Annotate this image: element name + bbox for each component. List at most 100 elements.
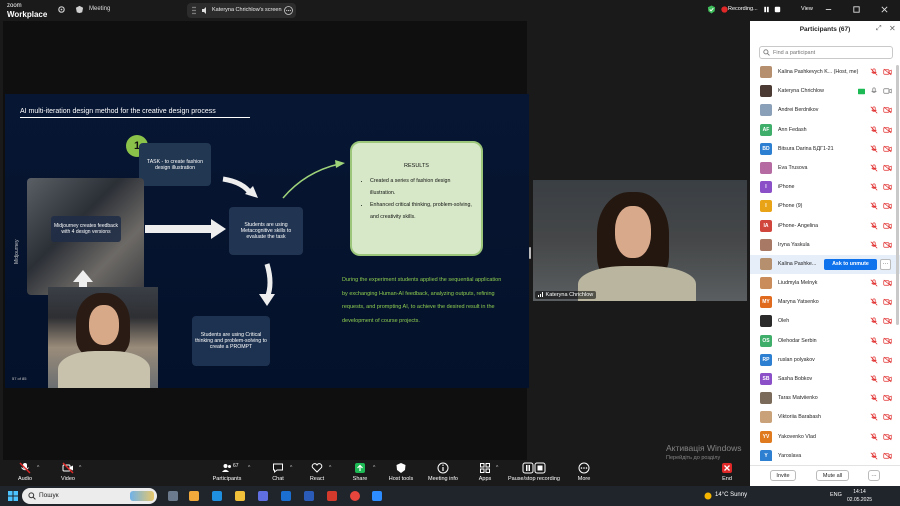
copilot-icon[interactable] (189, 491, 199, 501)
drag-handle-icon[interactable] (192, 6, 196, 15)
close-window-icon[interactable] (880, 5, 889, 14)
participant-row[interactable]: AF Ann Fedash (750, 121, 900, 140)
participant-row[interactable]: Kateryna Chrichlow (750, 82, 900, 101)
popout-icon[interactable]: ⤢ (876, 25, 882, 33)
react-button[interactable]: React (307, 462, 327, 482)
video-off-icon[interactable] (883, 298, 892, 306)
participant-row[interactable]: Taras Matviienko (750, 389, 900, 408)
muted-mic-icon[interactable] (870, 298, 878, 306)
participant-row[interactable]: Oleh (750, 312, 900, 331)
react-options-caret[interactable]: ^ (329, 465, 331, 471)
participant-search[interactable] (759, 46, 893, 59)
muted-mic-icon[interactable] (870, 356, 878, 364)
mic-icon[interactable] (870, 87, 878, 95)
muted-mic-icon[interactable] (870, 375, 878, 383)
muted-mic-icon[interactable] (870, 337, 878, 345)
participant-row[interactable]: Y Yaroslava (750, 447, 900, 461)
video-off-icon[interactable] (883, 337, 892, 345)
participant-more-button[interactable]: ··· (880, 258, 891, 270)
video-off-icon[interactable] (883, 145, 892, 153)
settings-icon[interactable] (57, 5, 66, 14)
windows-start-icon[interactable] (8, 491, 18, 501)
edge-icon[interactable] (212, 491, 222, 501)
video-off-icon[interactable] (883, 317, 892, 325)
share-options-icon[interactable] (284, 6, 293, 15)
video-button[interactable]: Video (58, 462, 78, 482)
participant-row[interactable]: MY Maryna Yatsenko (750, 293, 900, 312)
zoom-taskbar-icon[interactable] (372, 491, 382, 501)
participants-scrollbar[interactable] (896, 65, 899, 325)
participant-row[interactable]: IA iPhone- Angelina (750, 217, 900, 236)
audio-button[interactable]: Audio (13, 462, 37, 482)
video-off-icon[interactable] (883, 68, 892, 76)
mute-all-button[interactable]: Mute all (816, 470, 849, 481)
more-options-button[interactable]: ··· (868, 470, 880, 481)
muted-mic-icon[interactable] (870, 433, 878, 441)
word-icon[interactable] (304, 491, 314, 501)
muted-mic-icon[interactable] (870, 202, 878, 210)
language-indicator[interactable]: ENG (830, 492, 842, 498)
task-view-icon[interactable] (168, 491, 178, 501)
audio-options-caret[interactable]: ^ (37, 465, 39, 471)
video-off-icon[interactable] (883, 106, 892, 114)
muted-mic-icon[interactable] (870, 394, 878, 402)
video-off-icon[interactable] (883, 126, 892, 134)
pause-stop-recording-button[interactable]: Pause/stop recording (506, 462, 562, 482)
ask-to-unmute-button[interactable]: Ask to unmute (824, 258, 877, 270)
close-panel-icon[interactable]: ✕ (889, 24, 896, 33)
participant-row[interactable]: IiPhone (750, 178, 900, 197)
participant-row[interactable]: Viktoriia Barabash (750, 408, 900, 427)
participant-row[interactable]: Andrei Berdnikov (750, 101, 900, 120)
share-button[interactable]: Share (350, 462, 370, 482)
muted-mic-icon[interactable] (870, 183, 878, 191)
participant-row[interactable]: Kalina Pashkevych K... (Host, me) (750, 63, 900, 82)
video-off-icon[interactable] (883, 356, 892, 364)
taskbar-search[interactable]: Пошук (22, 488, 157, 504)
screen-share-indicator[interactable]: Kateryna Chrichlow's screen (187, 3, 296, 18)
muted-mic-icon[interactable] (870, 317, 878, 325)
apps-options-caret[interactable]: ^ (496, 465, 498, 471)
muted-mic-icon[interactable] (870, 106, 878, 114)
video-off-icon[interactable] (883, 394, 892, 402)
muted-mic-icon[interactable] (870, 145, 878, 153)
participant-row[interactable]: Liudmyla Melnyk (750, 274, 900, 293)
encryption-shield-icon[interactable] (707, 5, 716, 14)
muted-mic-icon[interactable] (870, 241, 878, 249)
muted-mic-icon[interactable] (870, 164, 878, 172)
chat-button[interactable]: Chat (269, 462, 287, 482)
participant-row[interactable]: BD Bitsura Darina БДГ1-21 (750, 140, 900, 159)
participant-row[interactable]: Eva Trusova (750, 159, 900, 178)
maximize-icon[interactable] (852, 5, 861, 14)
muted-mic-icon[interactable] (870, 68, 878, 76)
share-options-caret[interactable]: ^ (373, 465, 375, 471)
search-input[interactable] (773, 48, 891, 58)
participant-row[interactable]: Kalina Pashke... Ask to unmute ··· (750, 254, 900, 275)
participant-row[interactable]: RP ruslan polyakov (750, 351, 900, 370)
participant-row[interactable]: SB Sasha Bobkov (750, 370, 900, 389)
muted-mic-icon[interactable] (870, 126, 878, 134)
end-button[interactable]: End (718, 462, 736, 482)
video-off-icon[interactable] (883, 202, 892, 210)
muted-mic-icon[interactable] (870, 279, 878, 287)
participant-row[interactable]: IiPhone (9) (750, 197, 900, 216)
muted-mic-icon[interactable] (870, 452, 878, 460)
host-tools-button[interactable]: Host tools (386, 462, 416, 482)
view-button[interactable]: View (801, 6, 813, 12)
pause-recording-icon[interactable] (762, 5, 771, 14)
store-icon[interactable] (258, 491, 268, 501)
speaker-icon[interactable] (201, 6, 209, 15)
participant-row[interactable]: YV Yakovenko Vlad (750, 428, 900, 447)
video-off-icon[interactable] (883, 433, 892, 441)
apps-button[interactable]: Apps (476, 462, 494, 482)
chat-options-caret[interactable]: ^ (290, 465, 292, 471)
participant-row[interactable]: OS Olehodar Serbin (750, 332, 900, 351)
participants-options-caret[interactable]: ^ (248, 465, 250, 471)
video-off-icon[interactable] (883, 452, 892, 460)
video-off-icon[interactable] (883, 183, 892, 191)
muted-mic-icon[interactable] (870, 413, 878, 421)
system-clock[interactable]: 14:14 02.05.2025 (847, 488, 872, 504)
meeting-info-button[interactable]: Meeting info (425, 462, 461, 482)
video-options-caret[interactable]: ^ (79, 465, 81, 471)
video-off-icon[interactable] (883, 241, 892, 249)
stage-divider-handle[interactable] (529, 247, 531, 259)
